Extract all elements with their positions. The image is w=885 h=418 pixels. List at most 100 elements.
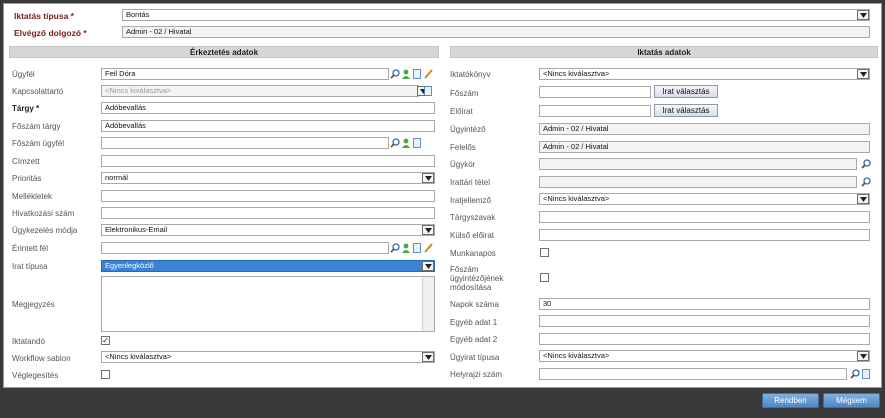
targy-value: Adóbevallás [105, 103, 146, 112]
helyrajzi-szam-field[interactable] [539, 368, 847, 380]
chevron-down-icon [424, 175, 432, 181]
irattari-tetel-field[interactable] [539, 176, 857, 188]
search-icon[interactable] [861, 177, 871, 187]
dialog-panel: Iktatás típusa * Bontás Elvégző dolgozó … [3, 3, 882, 388]
chevron-down-icon [424, 227, 432, 233]
foszam-targy-field[interactable]: Adóbevallás [101, 120, 435, 132]
megjegyzes-scrollbar[interactable] [422, 277, 434, 331]
iktatokonyv-value: <Nincs kiválasztva> [543, 69, 610, 78]
foszam-ugyintezo-modositasa-checkbox[interactable] [540, 273, 549, 282]
ugykor-label: Ügykör [450, 160, 476, 169]
felelos-label: Felelős [450, 143, 476, 152]
search-icon[interactable] [850, 369, 860, 379]
munkanapos-label: Munkanapos [450, 249, 496, 258]
iktatas-tipusa-label: Iktatás típusa * [14, 11, 74, 21]
cimzett-field[interactable] [101, 155, 435, 167]
erintett-fel-field[interactable] [101, 242, 389, 254]
irattari-tetel-label: Irattári tétel [450, 178, 491, 187]
felelos-field[interactable]: Admin - 02 / Hivatal [539, 141, 870, 153]
targyszavak-label: Tárgyszavak [450, 213, 496, 222]
ugykezeles-value: Elektronikus-Email [105, 225, 168, 234]
prioritas-value: normál [105, 173, 128, 182]
mellekletek-field[interactable] [101, 190, 435, 202]
search-icon[interactable] [390, 138, 400, 148]
document-icon[interactable] [423, 86, 433, 96]
targyszavak-field[interactable] [539, 211, 870, 223]
munkanapos-checkbox[interactable] [540, 248, 549, 257]
irat-tipusa-label: Irat típusa [12, 262, 48, 271]
ugykor-field[interactable] [539, 158, 857, 170]
document-icon[interactable] [412, 138, 422, 148]
eloirat-irat-valasztas-button[interactable]: Irat választás [654, 104, 718, 117]
erkeztetes-header: Érkeztetés adatok [9, 46, 439, 58]
iratjellemzo-value: <Nincs kiválasztva> [543, 194, 610, 203]
search-icon[interactable] [390, 69, 400, 79]
targy-field[interactable]: Adóbevallás [101, 102, 435, 114]
document-icon[interactable] [412, 69, 422, 79]
kulso-eloirat-label: Külső előirat [450, 231, 495, 240]
foszam-ugyintezo-modositasa-label-1: Főszám [450, 265, 479, 274]
napok-szama-label: Napok száma [450, 300, 499, 309]
iktatokonyv-dropdown-button[interactable] [857, 69, 869, 79]
iktatando-checkbox[interactable]: ✓ [101, 336, 110, 345]
iktatokonyv-select[interactable]: <Nincs kiválasztva> [539, 68, 870, 80]
add-user-icon[interactable] [401, 69, 411, 79]
veglegesites-checkbox[interactable] [101, 370, 110, 379]
search-icon[interactable] [861, 159, 871, 169]
foszam-irat-valasztas-button[interactable]: Irat választás [654, 85, 718, 98]
foszam-field[interactable] [539, 86, 651, 98]
iratjellemzo-select[interactable]: <Nincs kiválasztva> [539, 193, 870, 205]
ugyirat-tipusa-select[interactable]: <Nincs kiválasztva> [539, 350, 870, 362]
chevron-down-icon [424, 263, 432, 269]
iktatas-tipusa-select[interactable]: Bontás [122, 9, 870, 21]
elvegzo-dolgozo-field[interactable]: Admin - 02 / Hivatal [122, 26, 870, 38]
ugyintezo-field[interactable]: Admin - 02 / Hivatal [539, 123, 870, 135]
document-icon[interactable] [412, 243, 422, 253]
iratjellemzo-dropdown-button[interactable] [857, 194, 869, 204]
ugyirat-tipusa-dropdown-button[interactable] [857, 351, 869, 361]
prioritas-dropdown-button[interactable] [422, 173, 434, 183]
iktatas-tipusa-dropdown-button[interactable] [857, 10, 869, 20]
irat-tipusa-dropdown-button[interactable] [422, 261, 434, 271]
rendben-button[interactable]: Rendben [762, 393, 819, 408]
ugyfel-field[interactable]: Feil Dóra [101, 68, 389, 80]
kapcsolattarto-select[interactable]: <Nincs kiválasztva> [101, 85, 419, 97]
iratjellemzo-label: Iratjellemző [450, 196, 491, 205]
workflow-sablon-select[interactable]: <Nincs kiválasztva> [101, 351, 435, 363]
irat-tipusa-select[interactable]: Egyenlegközlő [101, 260, 435, 272]
search-icon[interactable] [390, 243, 400, 253]
ugykezeles-select[interactable]: Elektronikus-Email [101, 224, 435, 236]
megjegyzes-label: Megjegyzés [12, 300, 55, 309]
ugyintezo-label: Ügyintéző [450, 125, 486, 134]
napok-szama-field[interactable]: 30 [539, 298, 870, 310]
veglegesites-label: Véglegesítés [12, 371, 59, 380]
foszam-targy-label: Főszám tárgy [12, 122, 61, 131]
megsem-button[interactable]: Mégsem [823, 393, 880, 408]
document-icon[interactable] [861, 369, 871, 379]
ugyfel-label: Ügyfél [12, 70, 35, 79]
hivatkozasi-szam-label: Hivatkozási szám [12, 209, 75, 218]
egyeb-adat-2-field[interactable] [539, 333, 870, 345]
chevron-down-icon [859, 196, 867, 202]
cimzett-label: Címzett [12, 157, 40, 166]
edit-icon[interactable] [423, 243, 433, 253]
kulso-eloirat-field[interactable] [539, 229, 870, 241]
chevron-down-icon [424, 354, 432, 360]
workflow-sablon-value: <Nincs kiválasztva> [105, 352, 172, 361]
iktatas-header: Iktatás adatok [450, 46, 878, 58]
hivatkozasi-szam-field[interactable] [101, 207, 435, 219]
ugyfel-value: Feil Dóra [105, 69, 136, 78]
foszam-ugyfel-field[interactable] [101, 137, 389, 149]
edit-icon[interactable] [423, 69, 433, 79]
prioritas-label: Prioritás [12, 174, 42, 183]
workflow-dropdown-button[interactable] [422, 352, 434, 362]
add-user-icon[interactable] [401, 138, 411, 148]
megjegyzes-textarea[interactable] [101, 276, 435, 332]
ugykezeles-dropdown-button[interactable] [422, 225, 434, 235]
kapcsolattarto-label: Kapcsolattartó [12, 87, 64, 96]
eloirat-field[interactable] [539, 105, 651, 117]
egyeb-adat-1-field[interactable] [539, 315, 870, 327]
prioritas-select[interactable]: normál [101, 172, 435, 184]
add-user-icon[interactable] [401, 243, 411, 253]
foszam-ugyintezo-modositasa-label-2: ügyintézőjének [450, 274, 504, 283]
